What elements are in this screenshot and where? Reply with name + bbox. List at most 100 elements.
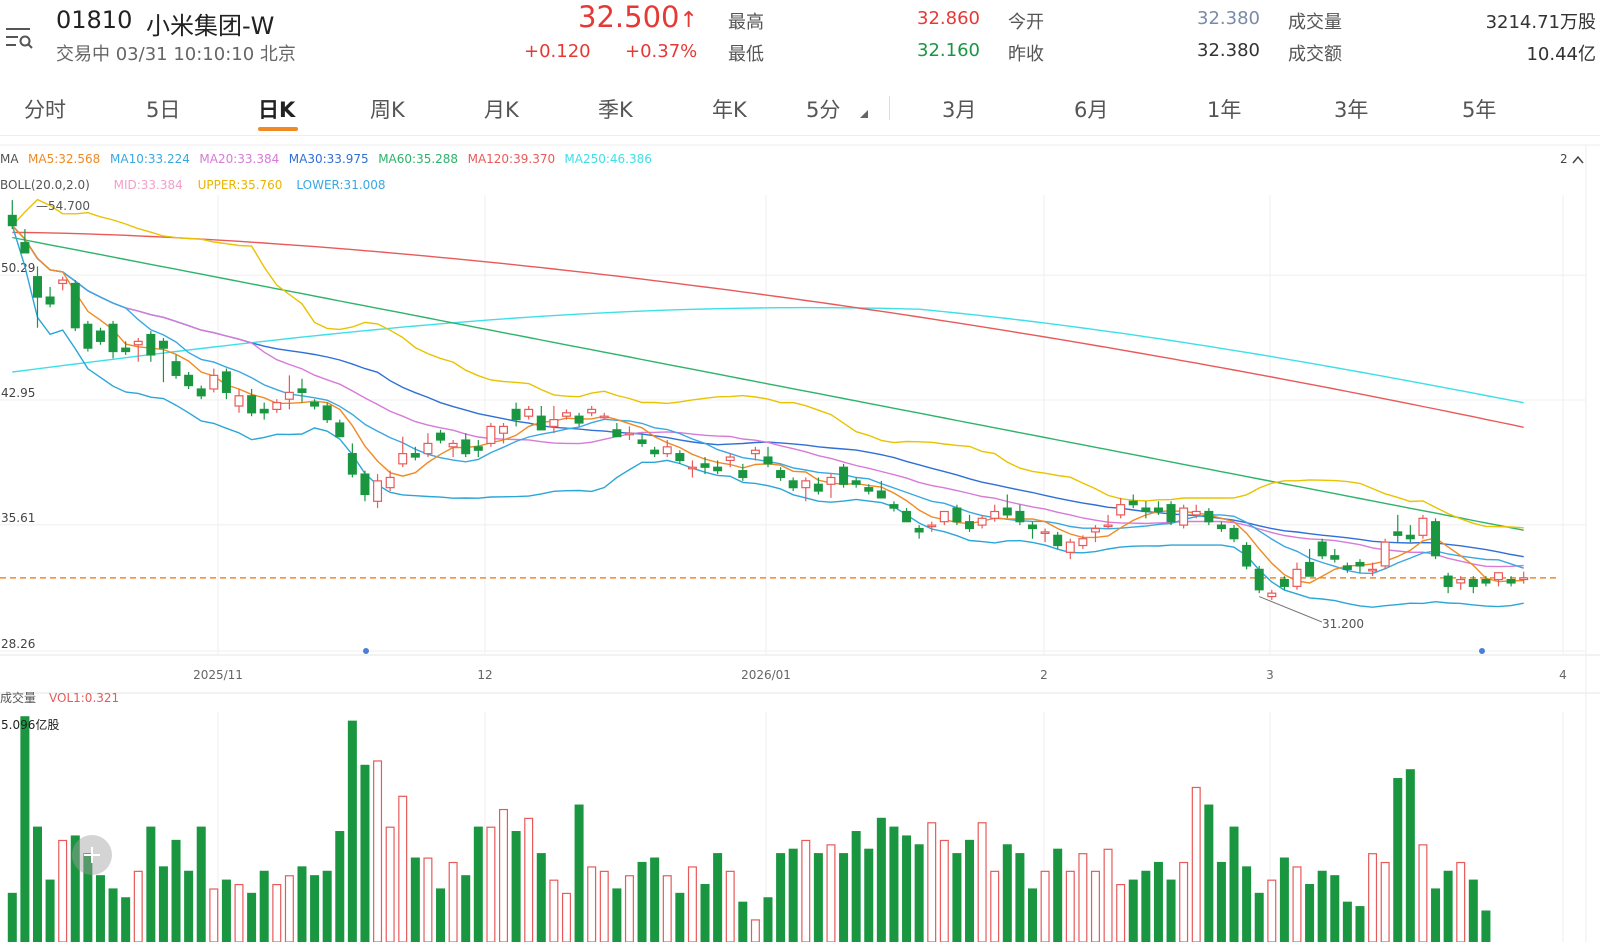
candle-body: [423, 442, 433, 455]
candle-body: [1040, 531, 1050, 535]
candle-body: [1078, 538, 1088, 547]
candle-body: [612, 429, 622, 438]
candle-body: [574, 415, 584, 424]
volume-bar: [1368, 853, 1378, 942]
tab-3year[interactable]: 3年: [1334, 94, 1368, 124]
candle-body: [196, 388, 206, 397]
volume-bar: [1456, 861, 1466, 942]
volume-bar: [1002, 844, 1012, 942]
tab-5year[interactable]: 5年: [1462, 94, 1496, 124]
volume-bar: [1355, 906, 1365, 942]
stock-name: 小米集团-W: [146, 12, 275, 40]
boll-legend-item: BOLL(20.0,2.0): [0, 178, 90, 192]
volume-bar: [121, 897, 131, 942]
candle-body: [662, 446, 672, 455]
volume-bar: [1179, 861, 1189, 942]
volume-bar: [1141, 870, 1151, 942]
candle-body: [1090, 527, 1100, 533]
collapse-chevron-icon: [1572, 155, 1584, 164]
candle-body: [184, 374, 194, 387]
tab-weekly-k[interactable]: 周K: [370, 94, 405, 124]
candle-body: [776, 470, 786, 479]
tab-3month[interactable]: 3月: [942, 94, 976, 124]
volume-bar: [1292, 866, 1302, 942]
candle-body: [297, 388, 307, 393]
boll-legend-item: UPPER:35.760: [198, 178, 283, 192]
volume-bar: [549, 879, 559, 942]
volume-bar: [662, 875, 672, 942]
candle-body: [347, 453, 357, 475]
candle-body: [826, 476, 836, 485]
volume-label: 成交量: [1288, 12, 1342, 33]
kline-chart[interactable]: 2025/11 12 2026/01 2 3 4 50.29 42.95 35.61 28.26 —…: [0, 0, 1600, 942]
candle-body: [284, 391, 294, 400]
candle-body: [738, 470, 748, 479]
x-tick-label: 3: [1266, 668, 1274, 682]
volume-bar: [473, 826, 483, 942]
tab-monthly-k[interactable]: 月K: [484, 94, 519, 124]
candle-body: [965, 521, 975, 530]
y-tick-label: 50.29: [1, 261, 35, 275]
volume-bar: [839, 853, 849, 942]
tab-1year[interactable]: 1年: [1207, 94, 1241, 124]
candle-body: [259, 408, 269, 414]
volume-bar: [284, 875, 294, 942]
tab-quarterly-k[interactable]: 季K: [598, 94, 633, 124]
volume-bar: [687, 866, 697, 942]
volume-bar: [1204, 804, 1214, 942]
candle-body: [839, 466, 849, 485]
volume-bar: [650, 857, 660, 942]
candle-body: [1204, 510, 1214, 523]
volume-bar: [1468, 879, 1478, 942]
volume-bar: [738, 901, 748, 942]
volume-bar: [1027, 888, 1038, 942]
tab-6month[interactable]: 6月: [1074, 94, 1108, 124]
tab-yearly-k[interactable]: 年K: [712, 94, 747, 124]
volume-bar: [675, 892, 685, 942]
volume-bar: [297, 866, 307, 942]
candle-body: [561, 412, 571, 417]
ma250-line: [12, 306, 1524, 404]
candle-body: [1355, 561, 1365, 567]
dropdown-triangle-icon[interactable]: [860, 110, 868, 118]
prev-close-value: 32.380: [1197, 40, 1260, 61]
tab-daily-k[interactable]: 日K: [258, 94, 295, 124]
price-change: +0.120: [524, 41, 591, 62]
volume-bar: [272, 884, 282, 942]
candle-body: [1191, 510, 1201, 516]
volume-bar: [864, 848, 874, 942]
candle-body: [927, 524, 937, 528]
candle-body: [914, 527, 924, 533]
candle-body: [1368, 568, 1378, 572]
low-value: 32.160: [917, 40, 980, 61]
candle-body: [247, 395, 257, 414]
candle-body: [360, 473, 370, 496]
candle-body: [864, 487, 874, 492]
volume-bar: [221, 879, 231, 942]
candle-body: [511, 408, 521, 421]
volume-bar: [108, 888, 118, 942]
event-marker: [363, 648, 369, 654]
menu-search-icon[interactable]: [4, 24, 34, 54]
volume-bar: [209, 888, 219, 942]
tab-5min[interactable]: 5分: [806, 94, 840, 124]
candle-body: [1027, 524, 1038, 530]
volume-bar: [561, 892, 571, 942]
candle-body: [1405, 534, 1415, 540]
high-label: 最高: [728, 12, 764, 33]
candle-body: [813, 483, 823, 492]
candle-body: [687, 466, 697, 470]
tab-intraday[interactable]: 分时: [24, 94, 66, 124]
ma-legend-item: MA250:46.386: [564, 152, 652, 166]
candle-body: [1330, 555, 1340, 560]
tab-divider: [889, 96, 890, 120]
stock-code: 01810: [56, 6, 133, 34]
volume-bar: [133, 870, 143, 942]
tab-5day[interactable]: 5日: [146, 94, 180, 124]
volume-bar: [1015, 853, 1025, 942]
volume-bar: [977, 822, 987, 942]
ma-legend-item: MA: [0, 152, 19, 166]
volume-bar: [813, 853, 823, 942]
candle-body: [713, 466, 723, 472]
candle-body: [990, 510, 1000, 519]
